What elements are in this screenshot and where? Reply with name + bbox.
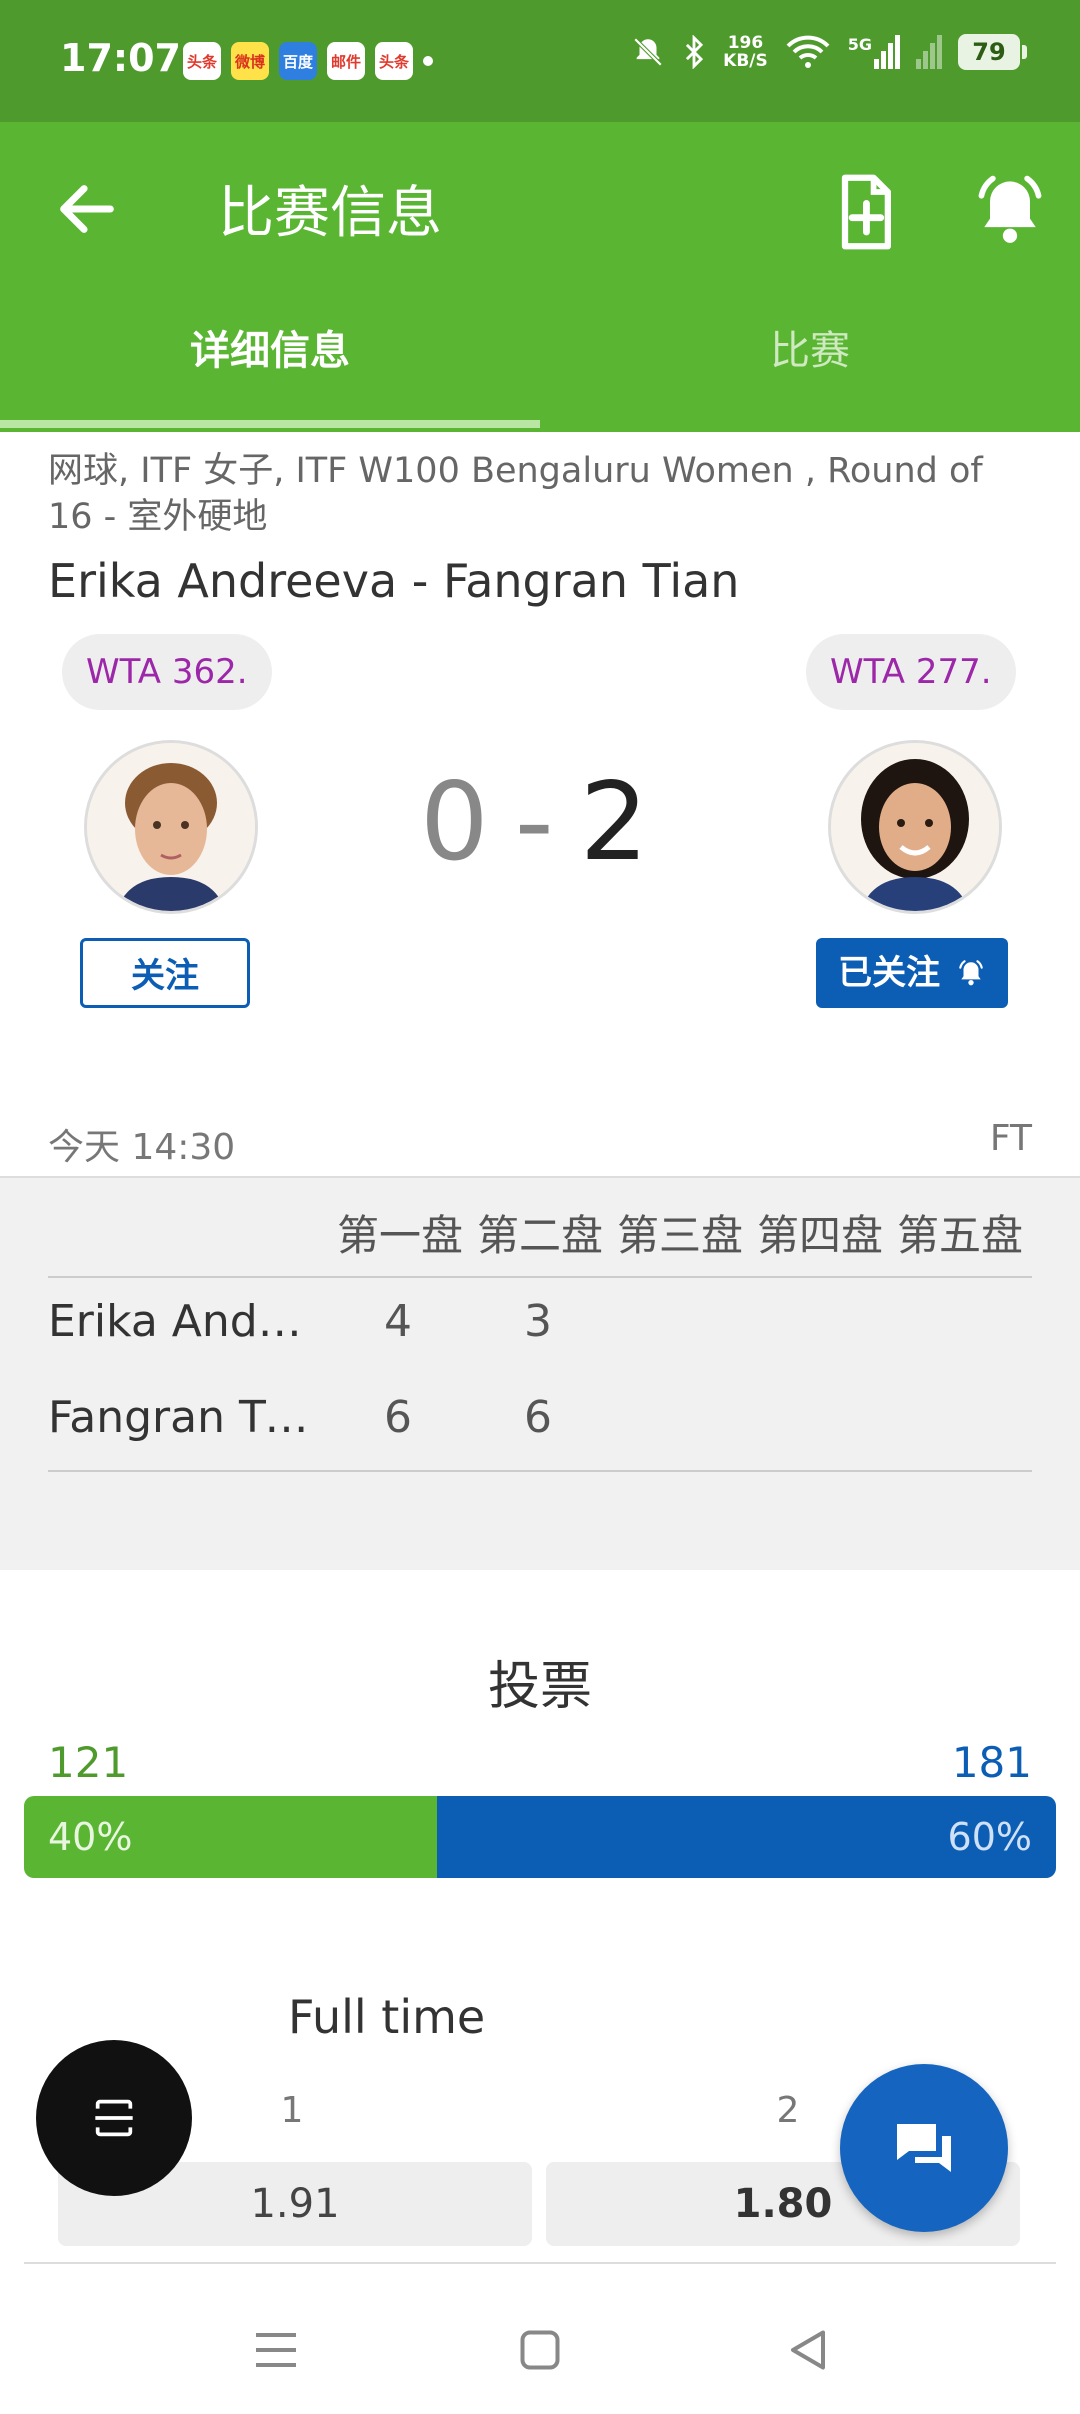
- cellular-signal-2-icon: [916, 35, 942, 69]
- battery-icon: 79: [958, 34, 1027, 70]
- set-header: 第一盘: [336, 1211, 463, 1260]
- status-time: 17:07: [60, 36, 181, 80]
- status-bar: 17:07 头条 微博 百度 邮件 头条 196 KB/S 5G 79: [0, 0, 1080, 122]
- away-score: 2: [579, 760, 655, 885]
- divider: [48, 1276, 1032, 1278]
- notification-on-icon: [959, 960, 983, 986]
- back-arrow-icon[interactable]: [52, 174, 122, 244]
- set-headers: 第一盘 第二盘 第三盘 第四盘 第五盘: [330, 1202, 1030, 1263]
- tournament-info: 网球, ITF 女子, ITF W100 Bengaluru Women , R…: [48, 451, 983, 537]
- back-triangle-icon[interactable]: [778, 2320, 838, 2380]
- home-player-photo: [87, 743, 255, 911]
- vote-home-count: 121: [48, 1738, 129, 1787]
- match-status: FT: [989, 1118, 1032, 1159]
- set-header: 第五盘: [896, 1211, 1023, 1260]
- alarm-bell-icon[interactable]: [970, 170, 1050, 250]
- add-to-calendar-icon[interactable]: [830, 172, 900, 252]
- vote-away-segment[interactable]: 60%: [436, 1796, 1056, 1878]
- set-header: 第二盘: [476, 1211, 603, 1260]
- set-header: 第三盘: [616, 1211, 743, 1260]
- bluetooth-icon: [686, 35, 704, 69]
- status-indicators: 196 KB/S 5G 79: [631, 34, 1027, 70]
- set-score: 4: [384, 1296, 412, 1347]
- match-datetime: 今天 14:30: [48, 1127, 236, 1168]
- vote-away-count: 181: [951, 1738, 1032, 1787]
- page-title: 比赛信息: [218, 181, 442, 246]
- score-separator: -: [514, 760, 560, 885]
- player-name: Fangran Tian: [48, 1392, 318, 1443]
- divider: [48, 1470, 1032, 1472]
- away-player-avatar[interactable]: [828, 740, 1002, 914]
- home-icon[interactable]: [510, 2320, 570, 2380]
- baidu-app-icon: 百度: [279, 42, 317, 80]
- following-label: 已关注: [838, 953, 941, 993]
- chat-button[interactable]: [840, 2064, 1008, 2232]
- home-player-rank: WTA 362.: [62, 634, 272, 710]
- net-speed: 196 KB/S: [723, 34, 768, 70]
- active-tab-indicator: [0, 420, 540, 428]
- odds-title: Full time: [288, 1990, 486, 2044]
- vote-title: 投票: [487, 1657, 592, 1717]
- table-row: Fangran Tian 6 6: [48, 1384, 1032, 1454]
- home-player-avatar[interactable]: [84, 740, 258, 914]
- recent-apps-icon[interactable]: [246, 2320, 306, 2380]
- net-speed-value: 196: [727, 33, 764, 53]
- set-scores-table: 第一盘 第二盘 第三盘 第四盘 第五盘 Erika Andreeva 4 3 F…: [0, 1176, 1080, 1570]
- tab-match[interactable]: 比赛: [540, 318, 1080, 376]
- divider: [24, 2262, 1056, 2264]
- table-row: Erika Andreeva 4 3: [48, 1288, 1032, 1358]
- more-notifications-icon: [423, 56, 433, 66]
- scan-icon: [95, 2099, 133, 2137]
- cellular-signal-icon: 5G: [848, 35, 900, 69]
- mail-app-icon: 邮件: [327, 42, 365, 80]
- app-bar: 比赛信息 详细信息 比赛: [0, 122, 1080, 432]
- chat-icon: [897, 2124, 951, 2172]
- matchup-title: Erika Andreeva - Fangran Tian: [48, 554, 740, 608]
- follow-home-button[interactable]: 关注: [80, 938, 250, 1008]
- set-score: 6: [524, 1392, 552, 1443]
- weibo-app-icon: 微博: [231, 42, 269, 80]
- notification-icons: 头条 微博 百度 邮件 头条: [183, 42, 433, 80]
- screen-capture-button[interactable]: [36, 2040, 192, 2196]
- wifi-icon: [786, 35, 830, 68]
- tab-details[interactable]: 详细信息: [0, 318, 540, 376]
- mute-bell-icon: [633, 37, 663, 67]
- set-header: 第四盘: [756, 1211, 883, 1260]
- match-score: 0-2: [420, 760, 654, 885]
- network-type: 5G: [847, 35, 872, 54]
- home-score: 0: [420, 760, 495, 885]
- player-name: Erika Andreeva: [48, 1296, 318, 1347]
- set-score: 3: [524, 1296, 552, 1347]
- set-score: 6: [384, 1392, 412, 1443]
- system-nav-bar: [0, 2280, 1080, 2414]
- toutiao-app-icon: 头条: [183, 42, 221, 80]
- vote-bar[interactable]: 40% 60%: [24, 1796, 1056, 1878]
- following-away-button[interactable]: 已关注: [816, 938, 1008, 1008]
- vote-home-segment[interactable]: 40%: [24, 1796, 437, 1878]
- toutiao-app-icon-2: 头条: [375, 42, 413, 80]
- away-player-rank: WTA 277.: [806, 634, 1016, 710]
- away-player-photo: [831, 743, 999, 911]
- net-speed-unit: KB/S: [723, 51, 768, 71]
